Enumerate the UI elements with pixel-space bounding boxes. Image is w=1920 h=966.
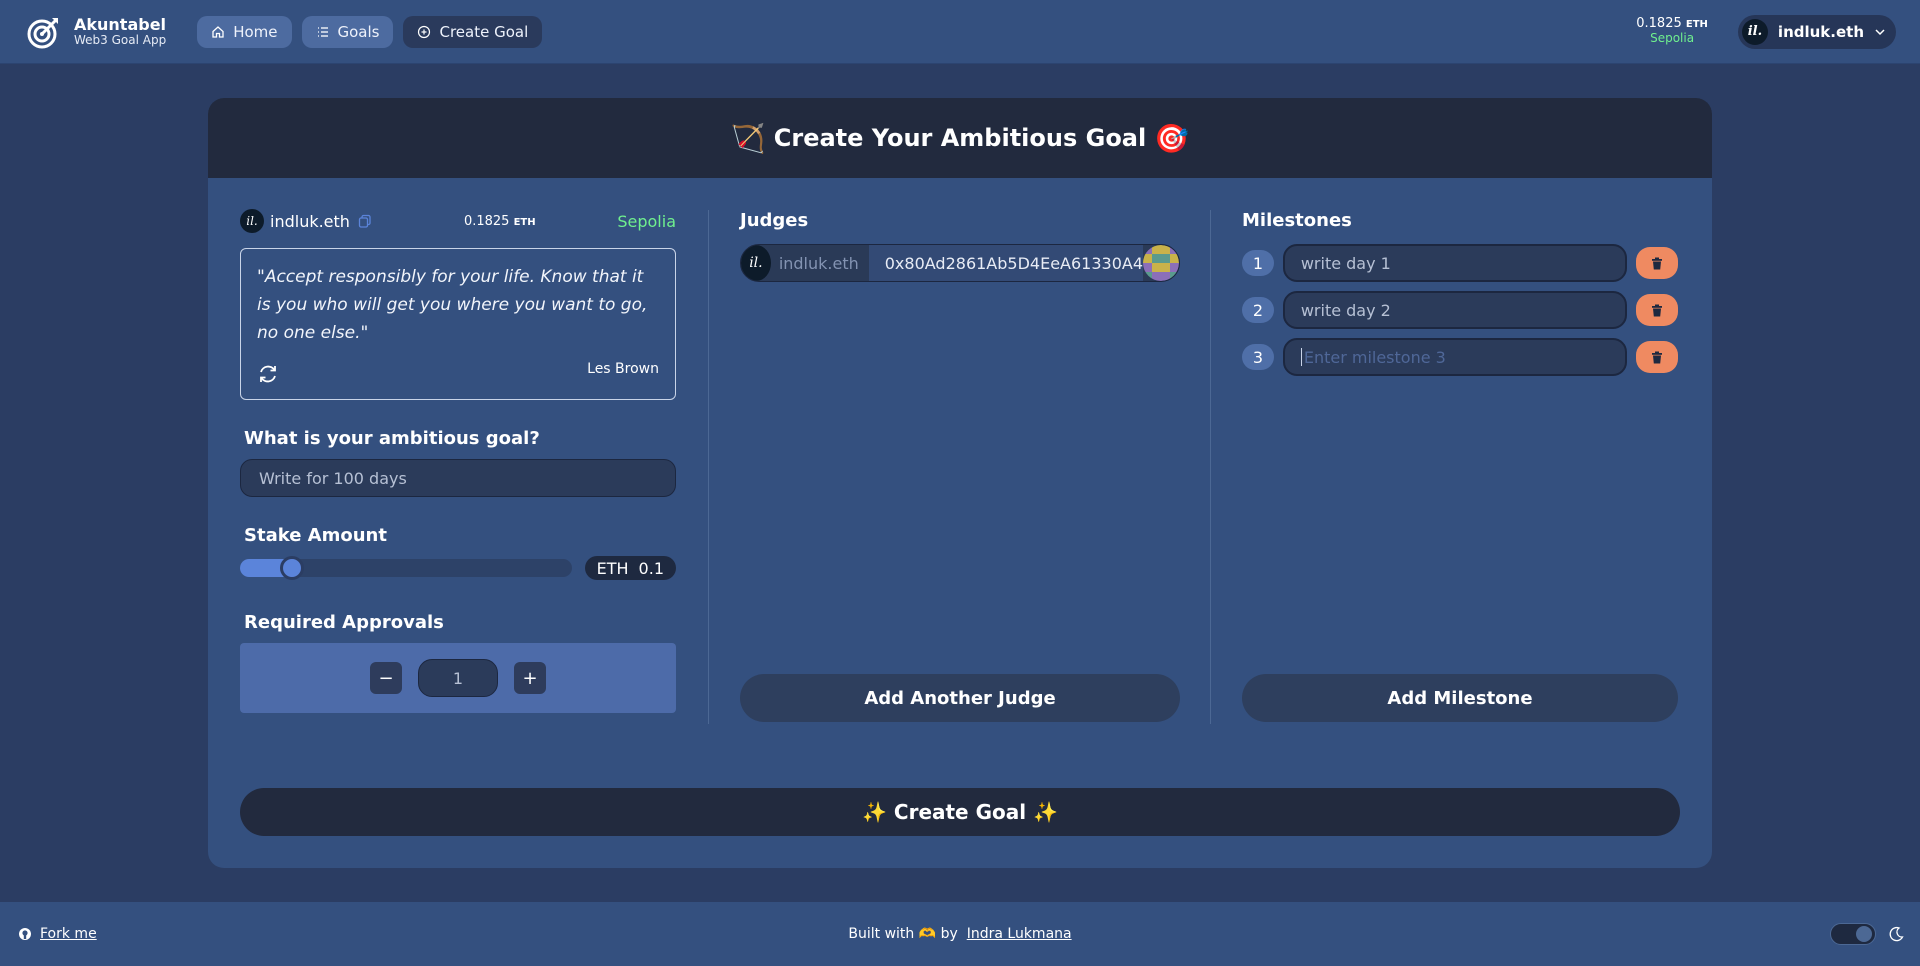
built-by: by [940,926,958,942]
account-row: il. indluk.eth 0.1825 ETH Sepolia [240,208,676,234]
trash-icon [1652,304,1663,316]
bow-arrow-icon: 🏹 [730,121,766,155]
avatar: il. [240,209,264,233]
milestone-number: 1 [1242,250,1274,276]
milestones-column: Milestones 1 write day 1 2 write day 2 3… [1242,208,1678,722]
author-link[interactable]: Indra Lukmana [967,926,1072,942]
delete-milestone-button[interactable] [1636,341,1678,373]
balance-amount: 0.1825 [1636,16,1682,32]
column-divider [708,210,709,724]
milestone-row: 2 write day 2 [1242,291,1678,329]
approvals-input[interactable]: 1 [418,659,498,697]
account-name: indluk.eth [1777,22,1864,41]
avatar: il. [741,245,771,281]
brand-title: Akuntabel [74,15,167,35]
approvals-label: Required Approvals [244,612,444,633]
page-title: Create Your Ambitious Goal [773,124,1147,152]
account-balance: 0.1825 ETH [464,214,536,229]
list-icon [317,26,328,37]
milestone-input[interactable]: write day 2 [1282,291,1628,329]
blockie-avatar [1143,245,1179,281]
milestone-number: 2 [1242,297,1274,323]
stake-row: ETH 0.1 [240,556,676,580]
theme-switcher [1830,923,1904,945]
goal-details-column: il. indluk.eth 0.1825 ETH Sepolia "Accep… [240,208,676,713]
decrement-button[interactable]: − [370,662,402,694]
nav-goals-label: Goals [337,22,380,41]
avatar: il. [1741,18,1768,45]
nav-create-goal-label: Create Goal [439,22,529,41]
plus-circle-icon [418,25,431,38]
milestone-placeholder: Enter milestone 3 [1303,347,1446,367]
account-dropdown-button[interactable]: il. indluk.eth [1737,14,1896,49]
nav-home-button[interactable]: Home [197,15,292,48]
built-prefix: Built with [848,926,915,942]
footer: Fork me Built with 🫶 by Indra Lukmana [0,902,1920,966]
card-header: 🏹 Create Your Ambitious Goal 🎯 [208,98,1712,178]
milestone-number: 3 [1242,344,1274,370]
network-name: Sepolia [617,211,676,231]
stake-currency: ETH [596,558,629,578]
network-name: Sepolia [1650,31,1695,46]
wallet-balance: 0.1825 ETH Sepolia [1636,16,1708,46]
judges-title: Judges [740,210,809,231]
balance-currency: ETH [1685,19,1708,31]
balance-currency: ETH [513,216,536,228]
nav-goals-button[interactable]: Goals [301,15,394,48]
add-judge-button[interactable]: Add Another Judge [740,674,1180,722]
github-icon [19,928,31,940]
copy-icon[interactable] [358,214,372,228]
text-caret [1300,348,1302,366]
milestone-input[interactable]: write day 1 [1282,244,1628,282]
create-goal-card: 🏹 Create Your Ambitious Goal 🎯 il. indlu… [208,98,1712,868]
increment-button[interactable]: + [514,662,546,694]
goal-input[interactable]: Write for 100 days [240,459,676,497]
navbar: Akuntabel Web3 Goal App Home Goals Creat… [0,0,1920,64]
toggle-knob [1856,926,1872,942]
chevron-down-icon [1875,28,1885,35]
quote-text: "Accept responsibly for your life. Know … [257,267,648,343]
milestones-title: Milestones [1242,210,1352,231]
target-icon: 🎯 [1154,121,1190,155]
delete-milestone-button[interactable] [1636,247,1678,279]
nav-home-label: Home [233,22,278,41]
milestone-row: 3 Enter milestone 3 [1242,338,1678,376]
stake-slider[interactable] [240,556,572,580]
theme-toggle[interactable] [1830,923,1876,945]
built-with: Built with 🫶 by Indra Lukmana [0,926,1920,942]
goal-label: What is your ambitious goal? [244,428,540,449]
nav-create-goal-button[interactable]: Create Goal [403,15,543,48]
milestone-row: 1 write day 1 [1242,244,1678,282]
moon-icon [1889,926,1904,942]
brand[interactable]: Akuntabel Web3 Goal App [26,14,166,50]
judges-column: Judges il. indluk.eth 0x80Ad2861Ab5D4EeA… [740,208,1180,722]
quote-author: Les Brown [587,361,659,377]
balance-amount: 0.1825 [463,213,510,229]
refresh-icon[interactable] [257,363,279,385]
heart-hands-icon: 🫶 [918,926,937,942]
stake-value: 0.1 [638,558,664,578]
judge-item[interactable]: il. indluk.eth 0x80Ad2861Ab5D4EeA61330A4 [740,244,1180,282]
judge-address[interactable]: 0x80Ad2861Ab5D4EeA61330A4 [868,245,1143,281]
trash-icon [1652,351,1663,363]
trash-icon [1652,257,1663,269]
milestone-input[interactable]: Enter milestone 3 [1282,338,1628,376]
judge-ens: indluk.eth [778,253,859,273]
nav-menu: Home Goals Create Goal [197,15,543,48]
add-milestone-button[interactable]: Add Milestone [1242,674,1678,722]
stake-label: Stake Amount [244,525,387,546]
account-name: indluk.eth [270,211,350,231]
brand-subtitle: Web3 Goal App [74,32,167,47]
delete-milestone-button[interactable] [1636,294,1678,326]
quote-box: "Accept responsibly for your life. Know … [240,248,676,400]
fork-me-link[interactable]: Fork me [40,926,97,942]
target-logo-icon [27,17,58,48]
column-divider [1210,210,1211,724]
home-icon [212,25,224,38]
fork-link-group: Fork me [18,926,97,942]
approvals-stepper: − 1 + [240,643,676,713]
stake-slider-thumb[interactable] [279,556,304,580]
create-goal-button[interactable]: ✨ Create Goal ✨ [240,788,1680,836]
stake-value-badge: ETH 0.1 [584,556,676,580]
